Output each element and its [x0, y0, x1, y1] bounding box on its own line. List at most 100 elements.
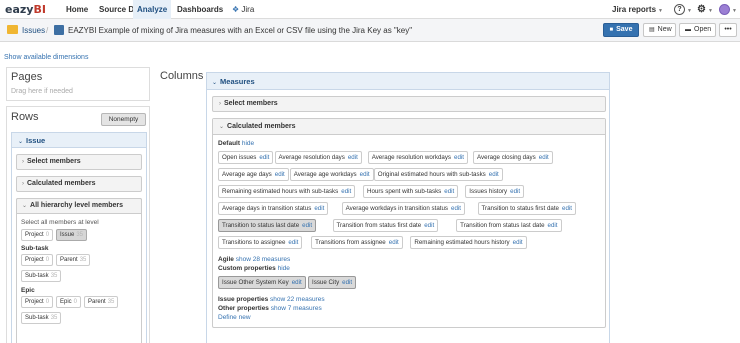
level-chip-subtask[interactable]: Sub-task 35 [21, 312, 62, 324]
measures-dimension-header[interactable]: ⌄ Measures [207, 73, 609, 90]
agile-show-link[interactable]: show 28 measures [236, 256, 291, 263]
level-chip-issue[interactable]: Issue 35 [56, 229, 88, 241]
new-report-icon: ▤ [649, 27, 655, 33]
nav-jira-label: Jira [241, 5, 255, 14]
measure-chip[interactable]: Remaining estimated hours with sub-tasks… [218, 185, 356, 198]
edit-link[interactable]: edit [275, 171, 285, 178]
jira-reports-menu[interactable]: Jira reports ▼ [612, 0, 663, 19]
nav-home[interactable]: Home [62, 0, 92, 19]
help-menu[interactable]: ? ▼ [674, 0, 692, 19]
measure-chip[interactable]: Transitions from assignee edit [311, 236, 403, 249]
pages-title: Pages [11, 71, 43, 83]
edit-link[interactable]: edit [451, 205, 461, 212]
rows-calculated-members[interactable]: › Calculated members [16, 176, 142, 192]
open-button[interactable]: ▬ Open [679, 23, 716, 37]
nav-dashboards[interactable]: Dashboards [173, 0, 227, 19]
level-chip-subtask[interactable]: Sub-task 35 [21, 270, 62, 282]
measure-chip[interactable]: Average age days edit [218, 168, 289, 181]
measure-chip[interactable]: Transition from status first date edit [332, 219, 439, 232]
measure-chip[interactable]: Transitions to assignee edit [218, 236, 303, 249]
level-chip-project[interactable]: Project 0 [21, 296, 54, 308]
measure-chip[interactable]: Open issues edit [218, 151, 274, 164]
level-chip-project[interactable]: Project 0 [21, 254, 54, 266]
edit-link[interactable]: edit [342, 279, 352, 286]
chip-count: 0 [45, 232, 50, 238]
edit-link[interactable]: edit [288, 239, 298, 246]
edit-link[interactable]: edit [341, 188, 351, 195]
chevron-down-icon: ⌄ [18, 139, 24, 145]
measure-chip-issue-other-system-key[interactable]: Issue Other System Key edit [218, 276, 306, 289]
edit-link[interactable]: edit [348, 154, 358, 161]
measure-chip-label: Open issues [222, 154, 257, 161]
new-button[interactable]: ▤ New [643, 23, 676, 37]
report-toolbar: Issues / EAZYBI Example of mixing of Jir… [0, 19, 740, 42]
edit-link[interactable]: edit [548, 222, 558, 229]
edit-link[interactable]: edit [510, 188, 520, 195]
edit-link[interactable]: edit [424, 222, 434, 229]
issue-dimension-header[interactable]: ⌄ Issue [12, 133, 146, 148]
edit-link[interactable]: edit [444, 188, 454, 195]
measures-dimension-label: ⌄ Measures [212, 73, 255, 92]
level-chip-project[interactable]: Project 0 [21, 229, 54, 241]
rows-select-members[interactable]: › Select members [16, 154, 142, 170]
measure-chip[interactable]: Average age workdays edit [289, 168, 374, 181]
edit-link[interactable]: edit [302, 222, 312, 229]
edit-link[interactable]: edit [562, 205, 572, 212]
measure-chip[interactable]: Transition from status last date edit [456, 219, 562, 232]
measure-chip[interactable]: Original estimated hours with sub-tasks e… [373, 168, 503, 181]
measure-chip[interactable]: Issues history edit [465, 185, 525, 198]
nonempty-toggle-button[interactable]: Nonempty [101, 113, 146, 126]
other-props-show-link[interactable]: show 7 measures [271, 305, 322, 312]
measure-chip[interactable]: Remaining estimated hours history edit [410, 236, 527, 249]
columns-select-members[interactable]: › Select members [212, 96, 606, 112]
edit-link[interactable]: edit [292, 279, 302, 286]
measure-chip[interactable]: Average closing days edit [473, 151, 553, 164]
nav-analyze[interactable]: Analyze [133, 0, 172, 19]
measure-chip[interactable]: Transition to status first date edit [477, 202, 576, 215]
default-group-label: Default hide [218, 140, 254, 147]
measure-chip[interactable]: Average workdays in transition status edi… [341, 202, 465, 215]
save-button[interactable]: ■ Save [603, 23, 639, 37]
edit-link[interactable]: edit [314, 205, 324, 212]
level-chip-parent[interactable]: Parent 35 [56, 254, 91, 266]
measure-chip[interactable]: Average days in transition status edit [218, 202, 329, 215]
settings-menu[interactable]: ⚙ ▼ [697, 0, 713, 19]
default-hide-link[interactable]: hide [242, 140, 254, 147]
eazybi-logo[interactable]: eazyBI [5, 3, 46, 16]
show-available-dimensions-link[interactable]: Show available dimensions [4, 54, 88, 61]
level-chip-parent[interactable]: Parent 35 [84, 296, 119, 308]
level-chip-epic[interactable]: Epic 0 [56, 296, 82, 308]
pages-hint: Drag here if needed [11, 88, 73, 95]
edit-link[interactable]: edit [360, 171, 370, 178]
measure-chip[interactable]: Hours spent with sub-tasks edit [363, 185, 459, 198]
chip-label: Project [25, 232, 44, 238]
all-hierarchy-level-header[interactable]: ⌄ All hierarchy level members [16, 198, 142, 214]
measure-chip[interactable]: Transition to status last date edit [218, 219, 317, 232]
calculated-members-header[interactable]: ⌄ Calculated members [213, 119, 605, 135]
measure-chip[interactable]: Average resolution workdays edit [367, 151, 469, 164]
chevron-right-icon: › [22, 181, 24, 187]
issue-props-show-link[interactable]: show 22 measures [270, 296, 325, 303]
chip-count: 35 [50, 273, 58, 279]
avatar [719, 4, 730, 16]
more-button[interactable]: ••• [719, 23, 737, 37]
edit-link[interactable]: edit [259, 154, 269, 161]
define-new-link[interactable]: Define new [218, 314, 251, 321]
measure-chip[interactable]: Average resolution days edit [274, 151, 362, 164]
edit-link[interactable]: edit [489, 171, 499, 178]
pages-dropzone[interactable]: Pages Drag here if needed [6, 67, 150, 101]
chevron-down-icon: ▼ [658, 8, 663, 14]
edit-link[interactable]: edit [454, 154, 464, 161]
edit-link[interactable]: edit [539, 154, 549, 161]
rows-select-members-label: Select members [27, 158, 81, 165]
chip-label: Project [25, 257, 44, 263]
edit-link[interactable]: edit [513, 239, 523, 246]
nav-jira[interactable]: ❖ Jira [228, 0, 258, 19]
chevron-down-icon: ⌄ [212, 80, 218, 86]
breadcrumb-issues[interactable]: Issues [22, 19, 45, 42]
user-menu[interactable]: ▼ [719, 0, 737, 19]
custom-hide-link[interactable]: hide [278, 265, 290, 272]
chevron-right-icon: › [22, 159, 24, 165]
edit-link[interactable]: edit [389, 239, 399, 246]
measure-chip-issue-city[interactable]: Issue City edit [308, 276, 357, 289]
